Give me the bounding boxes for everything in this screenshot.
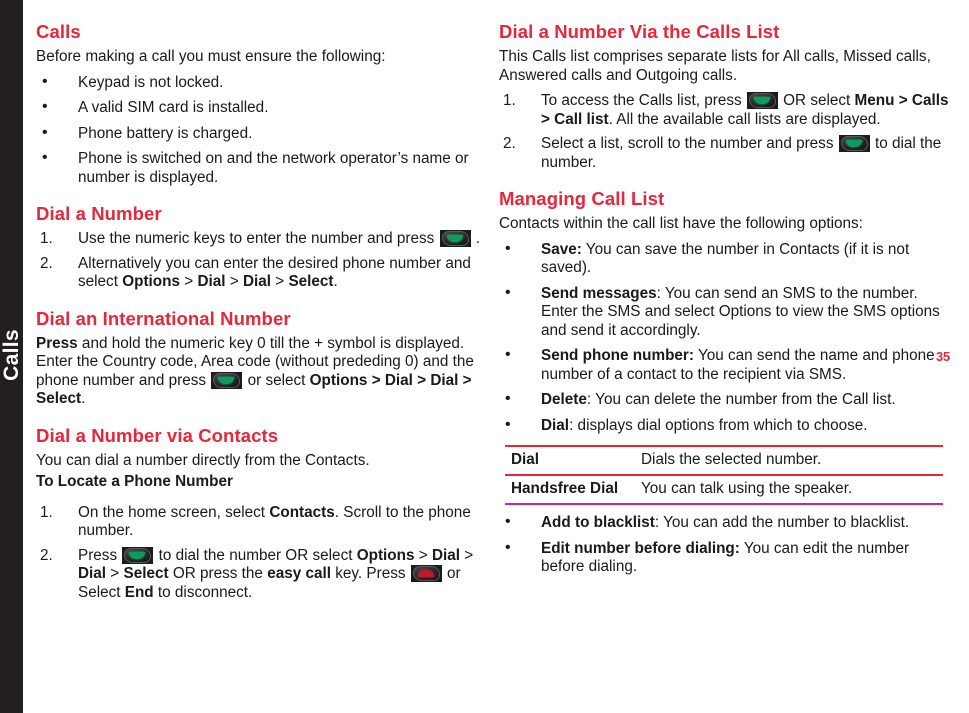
step-text: Use the numeric keys to enter the number… — [78, 230, 435, 247]
option-term: Delete — [541, 391, 587, 408]
call-key-icon — [439, 230, 471, 247]
emphasis-dial-2: Dial — [78, 565, 107, 582]
table-cell-key: Dial — [505, 445, 635, 475]
calls-intro-text: Before making a call you must ensure the… — [36, 48, 386, 65]
separator: > — [225, 273, 243, 290]
international-paragraph: Press and hold the numeric key 0 till th… — [36, 335, 492, 409]
dial-a-number-steps: Use the numeric keys to enter the number… — [36, 230, 492, 292]
heading-managing-call-list: Managing Call List — [499, 188, 665, 209]
option-description: : You can delete the number from the Cal… — [586, 391, 896, 408]
option-term: Send messages — [541, 284, 657, 302]
emphasis-select: Select — [123, 565, 169, 582]
left-column: Calls Before making a call you must ensu… — [36, 22, 492, 608]
emphasis-contacts: Contacts — [269, 503, 335, 521]
option-description: You can save the number in Contacts (if … — [541, 240, 910, 277]
separator: > — [414, 546, 432, 564]
list-item: Add to blacklist: You can add the number… — [499, 513, 955, 533]
right-column: Dial a Number Via the Calls List This Ca… — [499, 22, 955, 584]
table-row: Dial Dials the selected number. — [505, 445, 943, 475]
heading-dial-via-contacts: Dial a Number via Contacts — [36, 424, 279, 446]
step-text-tail: . — [333, 273, 338, 290]
step-text-tail: . — [475, 230, 481, 247]
list-item: Use the numeric keys to enter the number… — [36, 230, 492, 249]
paragraph-text: or select — [243, 371, 310, 389]
list-item: A valid SIM card is installed. — [36, 98, 492, 118]
emphasis-select: Select — [288, 273, 334, 290]
call-key-icon — [211, 371, 243, 389]
step-text: OR press the — [168, 565, 268, 582]
list-item: Dial: displays dial options from which t… — [499, 416, 955, 436]
list-item: Delete: You can delete the number from t… — [499, 390, 955, 410]
emphasis-easy-call: easy call — [267, 565, 331, 582]
step-text-tail: to disconnect. — [153, 583, 253, 601]
option-description: : displays dial options from which to ch… — [569, 416, 868, 434]
separator: > — [271, 273, 289, 290]
locate-phone-number-steps: On the home screen, select Contacts. Scr… — [36, 504, 492, 603]
table-cell-value: You can talk using the speaker. — [635, 474, 943, 505]
option-description: : You can add the number to blacklist. — [654, 514, 910, 531]
option-term: Save: — [541, 240, 582, 258]
step-text: to dial the number OR select — [154, 546, 357, 564]
list-item: Edit number before dialing: You can edit… — [499, 539, 955, 577]
option-term: Send phone number: — [541, 347, 694, 364]
list-item: Alternatively you can enter the desired … — [36, 255, 492, 292]
calls-list-steps: To access the Calls list, press OR selec… — [499, 92, 955, 172]
paragraph-text: . — [81, 390, 86, 407]
step-text: Select a list, scroll to the number and … — [541, 135, 838, 152]
list-item: To access the Calls list, press OR selec… — [499, 92, 955, 129]
list-item: Press to dial the number OR select Optio… — [36, 546, 492, 603]
emphasis-dial: Dial — [431, 546, 461, 564]
heading-dial-via-calls-list: Dial a Number Via the Calls List — [499, 21, 780, 42]
step-text: key. Press — [331, 565, 410, 582]
page-body: 35 Calls Before making a call you must e… — [23, 0, 969, 713]
via-contacts-intro: You can dial a number directly from the … — [36, 451, 370, 469]
option-term: Dial — [541, 416, 570, 434]
step-text: On the home screen, select — [78, 503, 270, 521]
emphasis-end: End — [124, 583, 154, 601]
call-list-options-continued: Add to blacklist: You can add the number… — [499, 513, 955, 577]
list-item: Save: You can save the number in Contact… — [499, 240, 955, 278]
option-term: Add to blacklist — [541, 514, 655, 531]
side-tab: Calls — [0, 0, 23, 713]
call-key-icon — [746, 92, 778, 109]
call-requirements-list: Keypad is not locked. A valid SIM card i… — [36, 73, 492, 188]
heading-dial-a-number: Dial a Number — [36, 203, 162, 224]
step-text-tail: . All the available call lists are displ… — [608, 110, 881, 128]
list-item: Send messages: You can send an SMS to th… — [499, 284, 955, 341]
list-item: Phone battery is charged. — [36, 124, 492, 144]
emphasis-dial: Dial — [197, 273, 226, 290]
calls-list-intro: This Calls list comprises separate lists… — [499, 48, 931, 84]
step-text: To access the Calls list, press — [541, 92, 746, 109]
emphasis-press: Press — [36, 334, 78, 352]
call-list-options: Save: You can save the number in Contact… — [499, 240, 955, 436]
separator: > — [460, 546, 474, 564]
table-row: Handsfree Dial You can talk using the sp… — [505, 474, 943, 505]
list-item: Send phone number: You can send the name… — [499, 346, 955, 384]
separator: > — [106, 565, 124, 582]
option-term: Edit number before dialing: — [541, 539, 740, 557]
step-text: OR select — [778, 92, 855, 109]
managing-intro: Contacts within the call list have the f… — [499, 215, 863, 232]
call-key-icon — [838, 135, 870, 152]
end-call-key-icon — [410, 565, 442, 582]
table-cell-value: Dials the selected number. — [635, 445, 943, 475]
list-item: Phone is switched on and the network ope… — [36, 149, 492, 187]
heading-calls: Calls — [36, 21, 81, 42]
emphasis-dial-2: Dial — [242, 273, 272, 290]
separator: > — [180, 273, 198, 290]
table-cell-key: Handsfree Dial — [505, 474, 635, 505]
emphasis-options: Options — [356, 546, 415, 564]
side-tab-label: Calls — [0, 329, 23, 381]
subheading-locate-phone-number: To Locate a Phone Number — [36, 473, 233, 490]
list-item: Select a list, scroll to the number and … — [499, 135, 955, 172]
list-item: On the home screen, select Contacts. Scr… — [36, 504, 492, 541]
call-key-icon — [122, 546, 154, 564]
heading-dial-international: Dial an International Number — [36, 307, 291, 329]
emphasis-options: Options — [122, 273, 181, 290]
list-item: Keypad is not locked. — [36, 73, 492, 93]
dial-options-table: Dial Dials the selected number. Handsfre… — [505, 445, 943, 505]
step-text: Press — [78, 546, 122, 564]
